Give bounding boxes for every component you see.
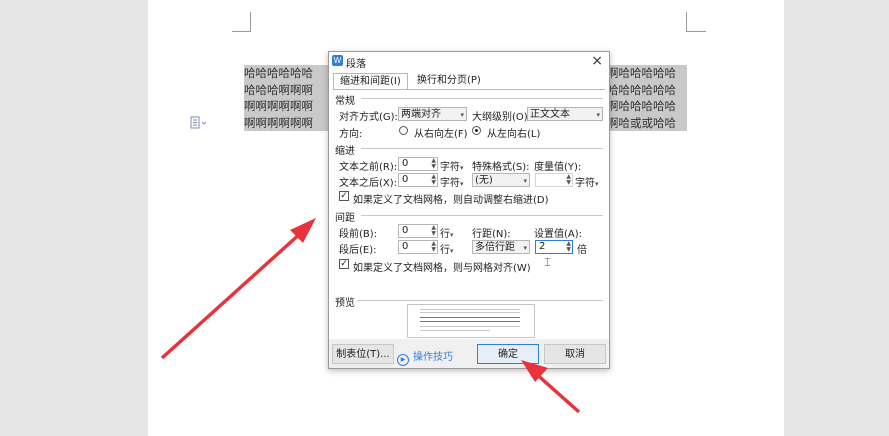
annotation-arrows [160, 218, 581, 414]
annotation-arrow-to-spacing [160, 218, 316, 360]
annotation-arrow-to-ok [521, 360, 581, 414]
